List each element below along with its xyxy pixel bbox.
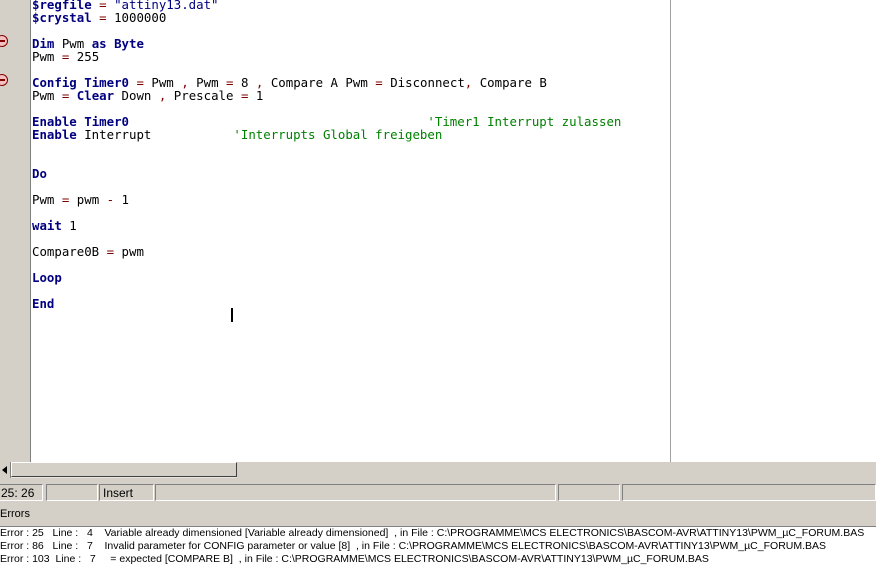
code-line[interactable]: Do <box>32 167 621 180</box>
error-list[interactable]: Error : 25 Line : 4 Variable already dim… <box>0 526 876 573</box>
code-token: 1 <box>114 192 130 207</box>
code-text[interactable]: $regfile = "attiny13.dat" $crystal = 1000… <box>32 0 621 310</box>
modified-indicator <box>46 484 98 501</box>
code-line[interactable]: wait 1 <box>32 219 621 232</box>
code-editor[interactable]: $regfile = "attiny13.dat" $crystal = 1000… <box>0 0 876 462</box>
scroll-thumb[interactable] <box>11 462 237 477</box>
code-token: Pwm <box>32 88 55 103</box>
insert-mode-indicator: Insert <box>99 484 154 501</box>
horizontal-scrollbar[interactable] <box>0 462 876 478</box>
code-token: 1 <box>255 88 264 103</box>
code-token: - <box>106 192 115 207</box>
code-token: Clear <box>76 88 115 103</box>
code-token: Compare A Pwm <box>270 75 368 90</box>
cursor-position: 25: 26 <box>0 484 43 501</box>
status-panel-6 <box>622 484 876 501</box>
text-caret <box>231 308 233 322</box>
code-token: 1000000 <box>114 10 167 25</box>
code-line[interactable]: Enable Interrupt 'Interrupts Global frei… <box>32 128 621 141</box>
code-line[interactable]: Dim Pwm as Byte <box>32 37 621 50</box>
code-token: , <box>464 75 480 90</box>
scroll-track[interactable] <box>237 462 876 478</box>
code-line[interactable] <box>32 154 621 167</box>
status-panel-5 <box>558 484 620 501</box>
code-token: = <box>54 49 77 64</box>
scroll-left-arrow-icon[interactable] <box>0 462 11 478</box>
code-token: Byte <box>114 36 144 51</box>
error-item[interactable]: Error : 25 Line : 4 Variable already dim… <box>0 527 876 540</box>
code-line[interactable] <box>32 284 621 297</box>
code-token: End <box>32 296 55 311</box>
code-token: pwm <box>76 192 107 207</box>
code-line[interactable] <box>32 258 621 271</box>
code-token: $crystal <box>32 10 92 25</box>
code-token: Do <box>32 166 47 181</box>
code-token: = <box>91 10 115 25</box>
code-token: Interrupt <box>76 127 234 142</box>
code-token: Pwm <box>32 49 55 64</box>
code-token: = <box>233 88 256 103</box>
code-line[interactable]: Pwm = pwm - 1 <box>32 193 621 206</box>
code-token: 'Interrupts Global freigeben <box>233 127 443 142</box>
error-marker-icon <box>0 35 8 47</box>
code-line[interactable]: Pwm = Clear Down , Prescale = 1 <box>32 89 621 102</box>
code-token: = <box>54 192 77 207</box>
code-token: = <box>99 244 122 259</box>
code-token: 255 <box>76 49 100 64</box>
code-token: Prescale <box>173 88 234 103</box>
code-line[interactable]: Loop <box>32 271 621 284</box>
code-token: = <box>54 88 77 103</box>
status-message <box>155 484 556 501</box>
code-line[interactable]: $crystal = 1000000 <box>32 11 621 24</box>
code-line[interactable]: Compare0B = pwm <box>32 245 621 258</box>
code-token: Compare B <box>479 75 547 90</box>
code-token: Loop <box>32 270 62 285</box>
right-margin-line <box>670 0 671 462</box>
code-line[interactable]: Pwm = 255 <box>32 50 621 63</box>
code-token: Enable <box>32 127 77 142</box>
code-token: Pwm <box>32 192 55 207</box>
error-item[interactable]: Error : 86 Line : 7 Invalid parameter fo… <box>0 540 876 553</box>
error-item[interactable]: Error : 103 Line : 7 = expected [COMPARE… <box>0 553 876 566</box>
code-token: pwm <box>121 244 144 259</box>
code-token: Down <box>114 88 152 103</box>
editor-gutter[interactable] <box>0 0 31 462</box>
code-token: 1 <box>61 218 77 233</box>
code-line[interactable] <box>32 141 621 154</box>
code-token: , <box>151 88 174 103</box>
errors-panel-title: Errors <box>0 508 30 520</box>
code-line[interactable] <box>32 206 621 219</box>
code-token: wait <box>32 218 62 233</box>
code-token: = <box>367 75 391 90</box>
error-marker-icon <box>0 74 8 86</box>
status-bar: 25: 26 Insert <box>0 480 876 504</box>
code-token: Compare0B <box>32 244 100 259</box>
code-token: Disconnect <box>390 75 465 90</box>
code-line[interactable]: End <box>32 297 621 310</box>
code-token: 'Timer1 Interrupt zulassen <box>427 114 622 129</box>
